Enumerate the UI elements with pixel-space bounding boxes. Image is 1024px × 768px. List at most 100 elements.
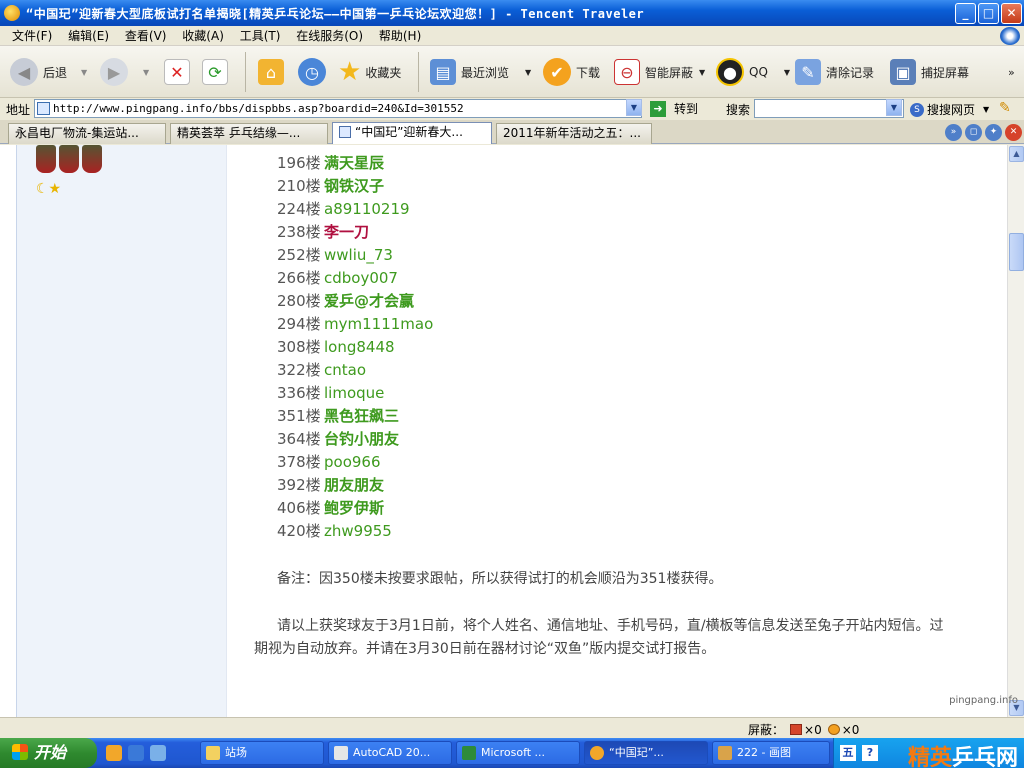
network-quicklaunch-icon[interactable] [150,745,166,761]
url-input[interactable]: http://www.pingpang.info/bbs/dispbbs.asp… [34,99,642,118]
tab-restore-icon[interactable]: ◻ [965,124,982,141]
taskbar-item-paint[interactable]: 222 - 画图 [712,741,830,765]
tab-pin-icon[interactable]: ✦ [985,124,1002,141]
download-button[interactable]: ✔ 下载 [543,54,600,90]
qq-dropdown-icon[interactable]: ▼ [784,68,790,77]
username-link[interactable]: 鲍罗伊斯 [324,499,384,517]
menu-favorites[interactable]: 收藏(A) [182,26,224,46]
menu-edit[interactable]: 编辑(E) [68,26,109,46]
floor-number: 238楼 [277,223,321,241]
address-label: 地址 [6,103,31,117]
username-link[interactable]: 李一刀 [324,223,369,241]
title-bar[interactable]: “中国玘”迎新春大型底板试打名单揭晓[精英乒乓论坛——中国第一乒乓论坛欢迎您！]… [0,0,1024,26]
blocker-button[interactable]: ⊖ 智能屏蔽 ▼ [614,54,705,90]
clear-history-button[interactable]: ✎ 清除记录 [795,54,874,90]
tab-elite-pingpong[interactable]: 精英荟萃 乒乓结缘—... [170,123,328,144]
taskbar-item-autocad[interactable]: AutoCAD 20... [328,741,452,765]
username-link[interactable]: 钢铁汉子 [324,177,384,195]
menu-online-service[interactable]: 在线服务(O) [296,26,363,46]
ad-blocked-icon [827,724,840,735]
username-link[interactable]: 朋友朋友 [324,476,384,494]
menu-help[interactable]: 帮助(H) [379,26,421,46]
floor-number: 420楼 [277,522,321,540]
username-link[interactable]: 黑色狂飙三 [324,407,399,425]
username-link[interactable]: a89110219 [324,200,410,218]
forward-dropdown-icon[interactable]: ▼ [143,68,149,77]
username-link[interactable]: limoque [324,384,384,402]
tab-new-year-event[interactable]: 2011年新年活动之五：... [496,123,652,144]
search-engine-button[interactable]: S 搜搜网页 ▼ [910,101,989,118]
url-dropdown-icon[interactable]: ▼ [626,99,642,116]
refresh-button[interactable]: ⟳ [202,54,233,90]
recent-button[interactable]: ▤ 最近浏览 ▼ [430,54,531,90]
history-button[interactable]: ◷ [298,54,331,90]
menu-file[interactable]: 文件(F) [12,26,52,46]
tab-list-icon[interactable]: » [945,124,962,141]
search-input[interactable] [754,99,904,118]
taskbar-item-browser[interactable]: “中国玘”... [584,741,708,765]
watermark-text: pingpang.info [949,695,1018,706]
recent-dropdown-icon[interactable]: ▼ [525,68,531,77]
input-method-icon[interactable]: 五 [840,745,856,761]
list-item: 238楼 李一刀 [277,221,433,244]
broom-icon: ✎ [795,59,821,85]
back-button[interactable]: ◀ 后退 ▼ [10,54,87,90]
system-tray: 五 ? 精英乒乓网 [833,738,1024,768]
favorites-button[interactable]: ★ 收藏夹 [338,54,401,90]
scroll-thumb[interactable] [1009,233,1024,271]
go-button[interactable]: ➜ 转到 [650,100,698,117]
minimize-button[interactable]: _ [955,3,976,24]
blocked-label: 屏蔽： [748,723,785,737]
engine-dropdown-icon[interactable]: ▼ [983,105,989,114]
menu-view[interactable]: 查看(V) [125,26,167,46]
list-item: 392楼 朋友朋友 [277,474,433,497]
menu-tools[interactable]: 工具(T) [240,26,281,46]
taskbar-item-folder[interactable]: 站场 [200,741,324,765]
tab-controls: » ◻ ✦ ✕ [945,124,1022,141]
back-dropdown-icon[interactable]: ▼ [81,68,87,77]
username-link[interactable]: 满天星辰 [324,154,384,172]
capture-screen-button[interactable]: ▣ 捕捉屏幕 [890,54,969,90]
list-item: 420楼 zhw9955 [277,520,433,543]
search-dropdown-icon[interactable]: ▼ [886,99,902,116]
username-link[interactable]: cdboy007 [324,269,398,287]
browser-quicklaunch-icon[interactable] [106,745,122,761]
home-button[interactable]: ⌂ [258,54,289,90]
pencil-icon[interactable]: ✎ [999,100,1011,116]
username-link[interactable]: mym1111mao [324,315,433,333]
floor-number: 308楼 [277,338,321,356]
brand-globe-icon [1000,27,1020,45]
list-item: 351楼 黑色狂飙三 [277,405,433,428]
tab-logistics[interactable]: 永昌电厂物流-集运站... [8,123,166,144]
tab-close-icon[interactable]: ✕ [1005,124,1022,141]
help-icon[interactable]: ? [862,745,878,761]
start-button[interactable]: 开始 [0,738,97,768]
username-link[interactable]: wwliu_73 [324,246,393,264]
go-label: 转到 [674,102,699,116]
close-button[interactable]: ✕ [1001,3,1022,24]
search-engine-label: 搜搜网页 [927,103,976,117]
maximize-button[interactable]: □ [978,3,999,24]
blocked-popups-status[interactable]: 屏蔽： ×0 ×0 [748,721,859,738]
recent-pages-icon: ▤ [430,59,456,85]
ie-quicklaunch-icon[interactable] [128,745,144,761]
vertical-scrollbar[interactable]: ▲ ▼ [1007,145,1024,717]
username-link[interactable]: zhw9955 [324,522,392,540]
qq-label: QQ [749,65,768,79]
tab-current-thread[interactable]: “中国玘”迎新春大... [332,122,492,144]
url-text: http://www.pingpang.info/bbs/dispbbs.asp… [53,102,464,115]
scroll-up-icon[interactable]: ▲ [1009,146,1024,162]
qq-button[interactable]: ● QQ ▼ [716,54,790,90]
stop-button[interactable]: ✕ [164,54,195,90]
list-item: 406楼 鲍罗伊斯 [277,497,433,520]
username-link[interactable]: cntao [324,361,366,379]
toolbar-overflow-chevron-icon[interactable]: » [1008,54,1015,90]
username-link[interactable]: long8448 [324,338,395,356]
username-link[interactable]: poo966 [324,453,381,471]
blocker-dropdown-icon[interactable]: ▼ [699,68,705,77]
username-link[interactable]: 台钓小朋友 [324,430,399,448]
username-link[interactable]: 爱乒@才会赢 [324,292,414,310]
forward-button[interactable]: ▶ ▼ [100,54,149,90]
taskbar-item-excel[interactable]: Microsoft ... [456,741,580,765]
floor-number: 378楼 [277,453,321,471]
